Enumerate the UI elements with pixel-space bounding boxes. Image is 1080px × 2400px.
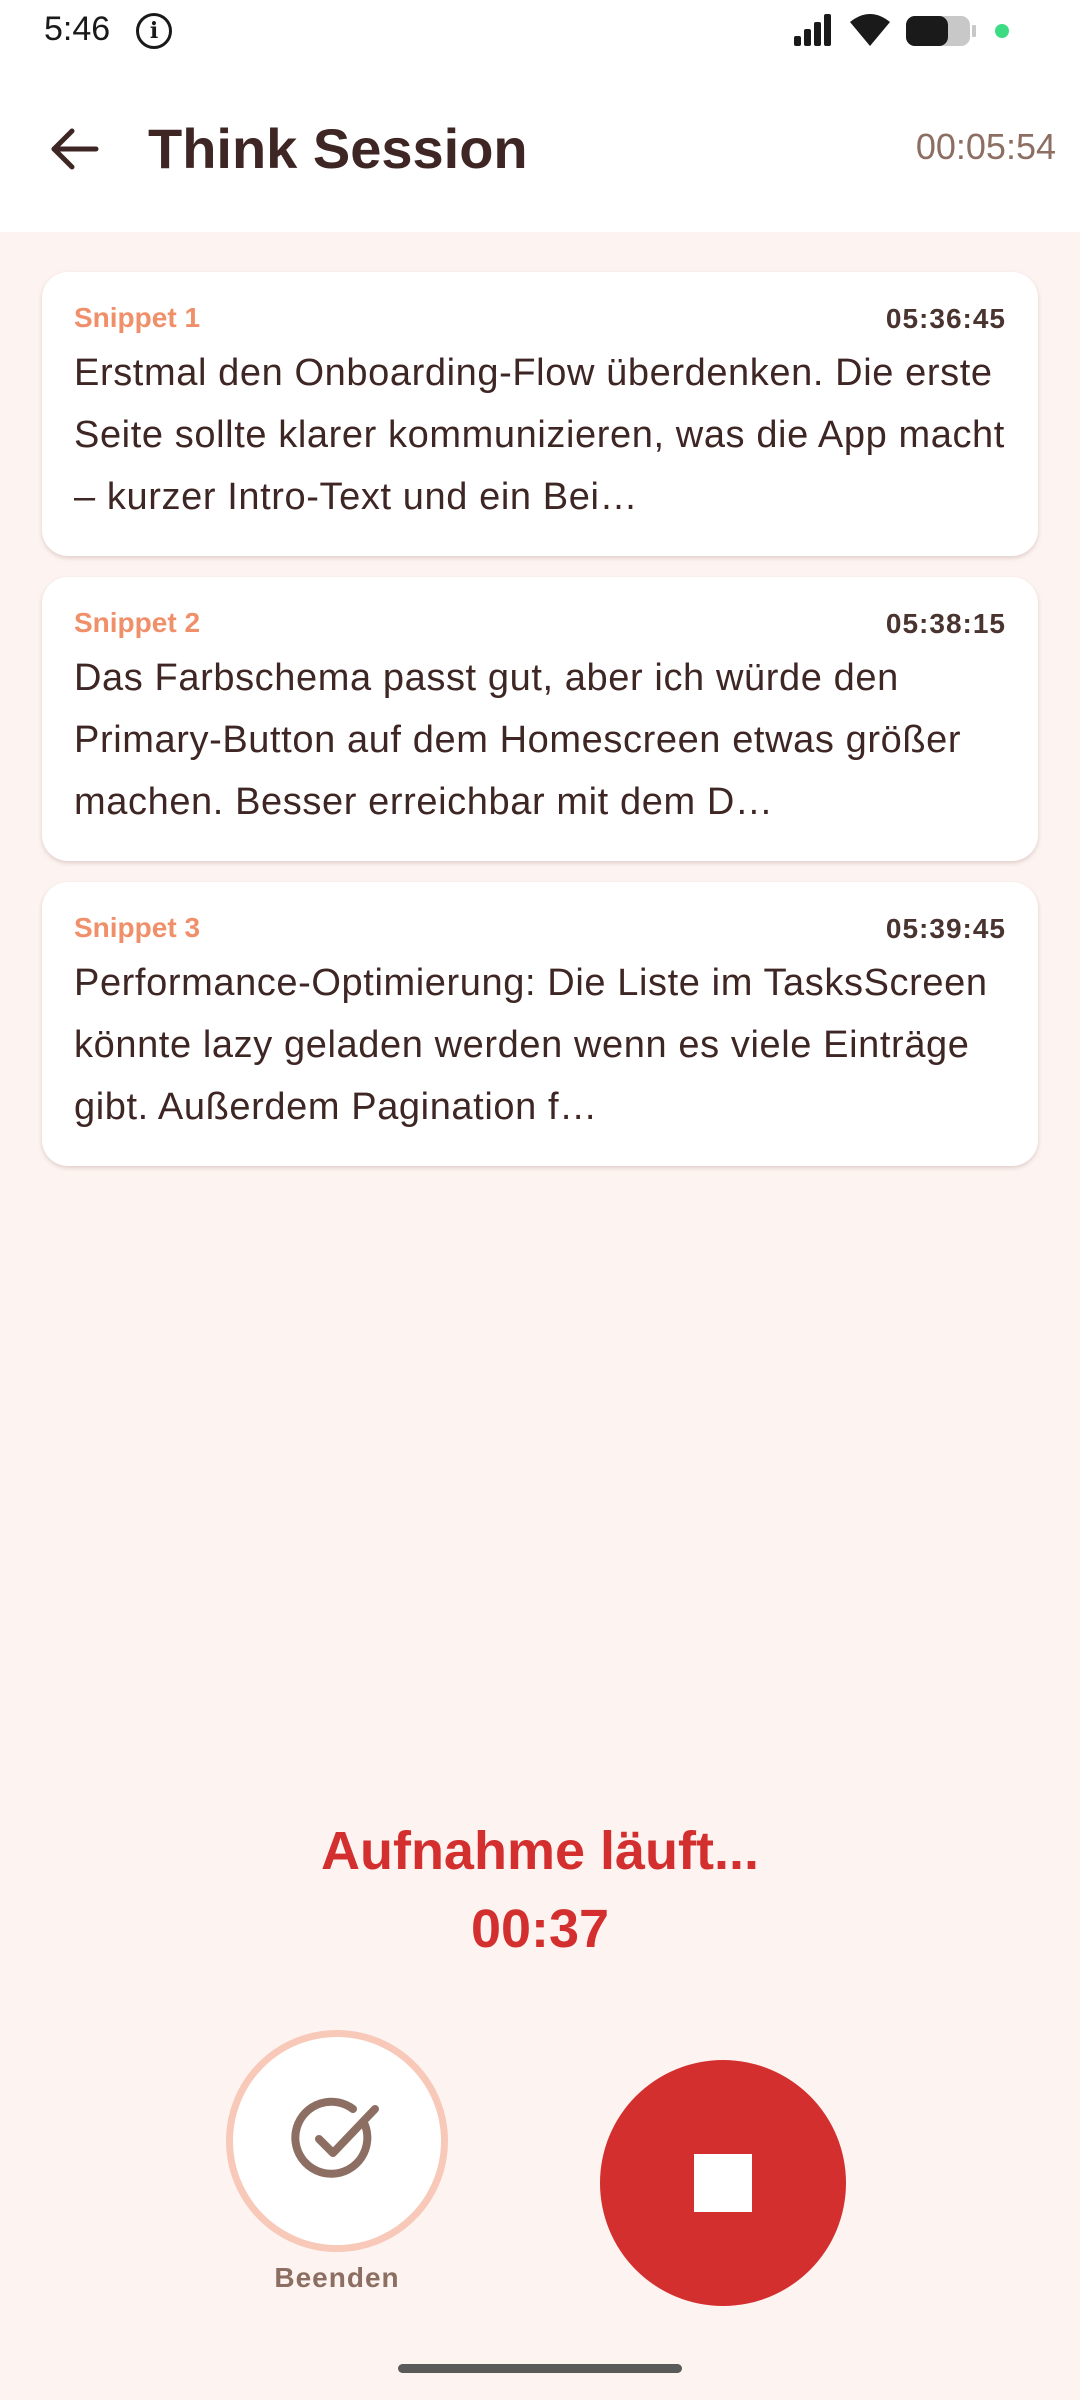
wifi-icon [850,14,890,46]
snippet-time: 05:38:15 [885,608,1006,639]
status-icons [794,14,1009,46]
snippet-list: Snippet 1 05:36:45 Erstmal den Onboardin… [42,272,1038,1187]
arrow-left-icon [51,128,99,170]
snippet-label: Snippet 3 [74,912,201,943]
session-timer: 00:05:54 [915,126,1056,167]
recording-timer: 00:37 [470,1899,610,1959]
snippet-time: 05:36:45 [885,303,1006,334]
back-button[interactable] [40,114,110,184]
status-bar: 5:46 i [0,0,1080,62]
snippet-label: Snippet 2 [74,607,201,638]
camera-dot-icon [995,24,1009,38]
snippet-text: Erstmal den Onboarding-Flow überdenken. … [74,352,1005,518]
signal-icon [794,14,831,46]
finish-label: Beenden [274,2262,400,2293]
stop-recording-button[interactable] [600,2060,846,2306]
battery-icon [906,16,976,46]
status-time: 5:46 [44,10,111,48]
snippet-text: Das Farbschema passt gut, aber ich würde… [74,657,962,823]
page-title: Think Session [148,117,528,180]
finish-button[interactable] [226,2030,448,2252]
info-icon: i [136,13,172,49]
recording-status: Aufnahme läuft... [320,1821,759,1881]
check-circle-icon [291,2097,379,2178]
snippet-card[interactable]: Snippet 3 05:39:45 Performance-Optimieru… [42,882,1038,1166]
snippet-card[interactable]: Snippet 2 05:38:15 Das Farbschema passt … [42,577,1038,861]
snippet-label: Snippet 1 [74,302,201,333]
snippet-card[interactable]: Snippet 1 05:36:45 Erstmal den Onboardin… [42,272,1038,556]
app-bar: Think Session 00:05:54 [0,62,1080,232]
home-indicator[interactable] [398,2364,682,2373]
snippet-time: 05:39:45 [885,913,1006,944]
stop-icon [694,2154,752,2212]
snippet-text: Performance-Optimierung: Die Liste im Ta… [74,962,988,1128]
